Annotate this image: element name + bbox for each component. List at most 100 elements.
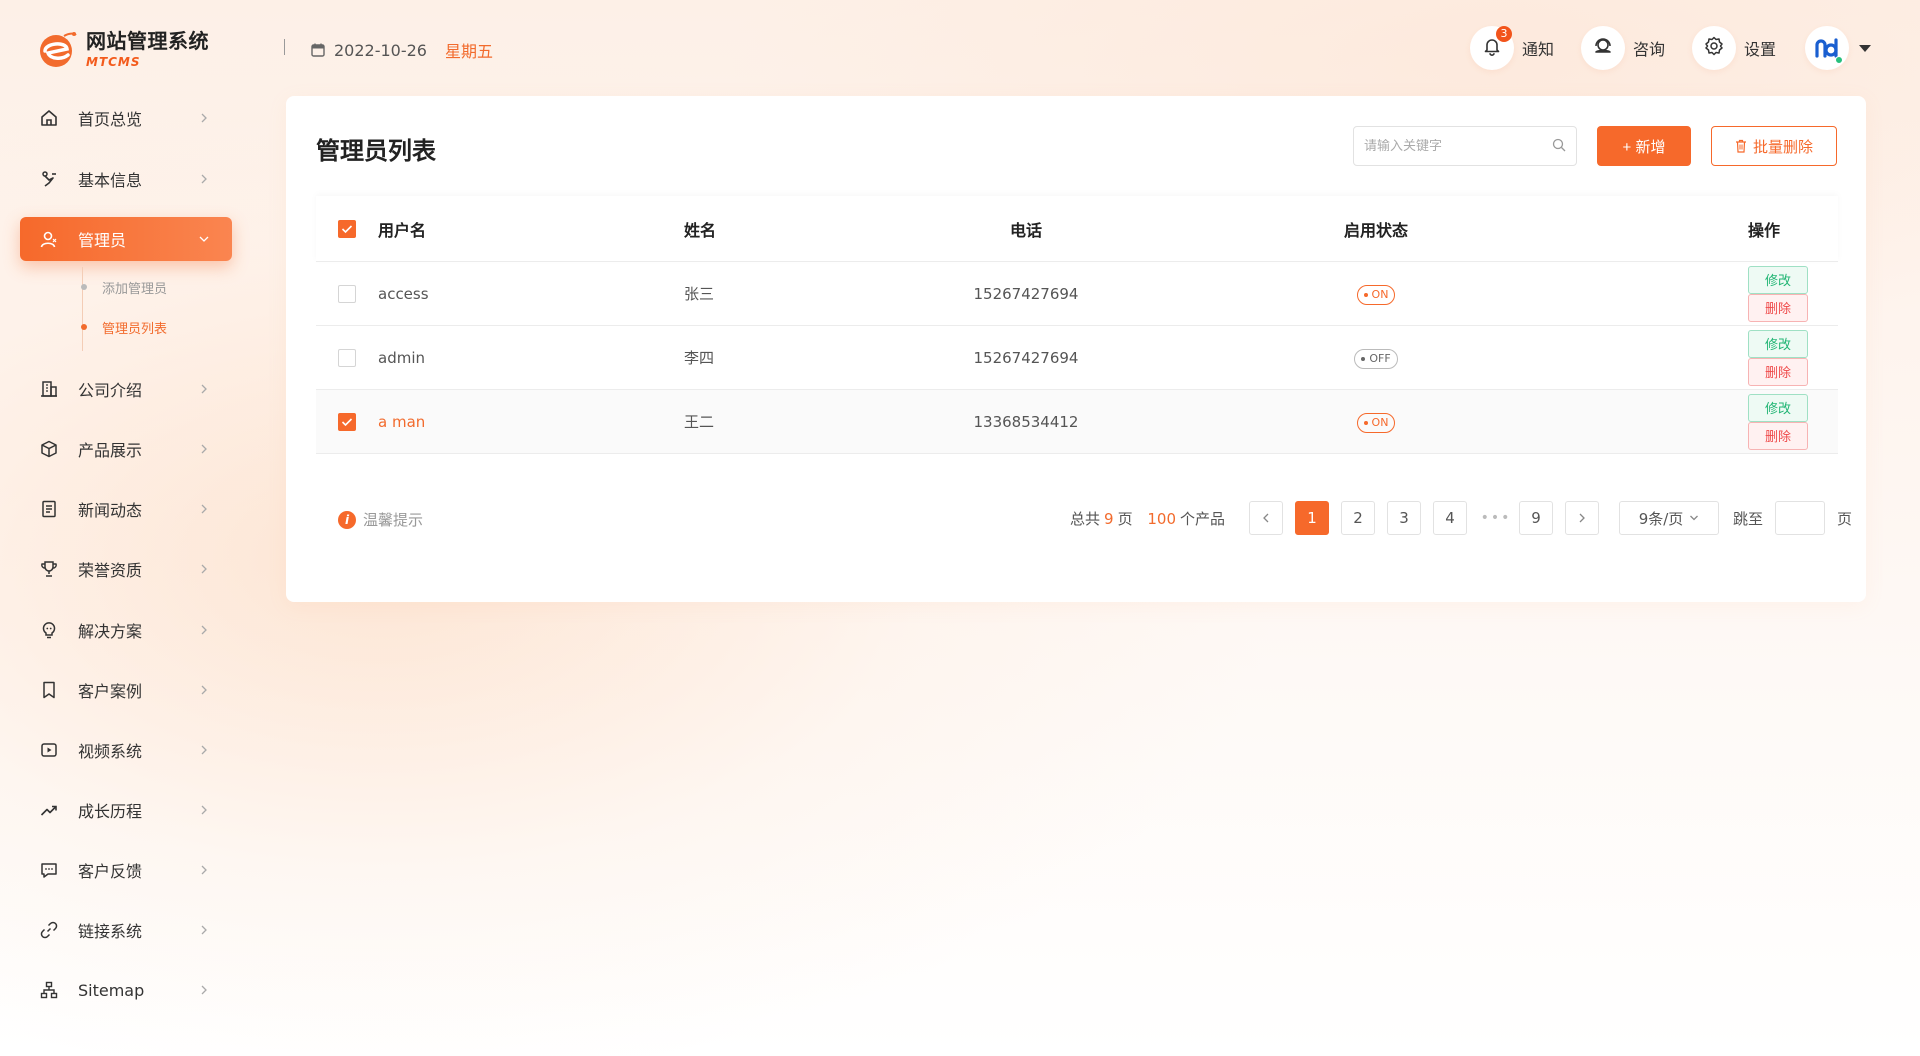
status-label: ON [1371,288,1389,301]
tips-label: 温馨提示 [363,511,424,529]
select-all-checkbox[interactable] [338,220,356,239]
app-logo[interactable]: 网站管理系统 MTCMS [36,26,226,72]
sidebar-item-home[interactable]: 首页总览 [20,96,232,140]
sidebar-item-label: 视频系统 [78,742,143,761]
page-title: 管理员列表 [316,137,436,165]
gear-icon [1703,35,1725,61]
sidebar-item-label: 链接系统 [78,922,143,941]
submenu-label: 管理员列表 [102,321,168,337]
consult-button[interactable]: 咨询 [1581,26,1665,70]
bullet-dot [81,284,87,290]
pagination: 总共 9 页 100 个产品 1 2 3 4 ••• 9 9条/页 跳至 页 [1070,501,1852,535]
tips-link[interactable]: i 温馨提示 [338,509,423,530]
delete-button[interactable]: 删除 [1748,357,1808,386]
settings-label: 设置 [1744,40,1777,59]
cell-username: admin [378,348,425,367]
page-button[interactable]: 4 [1433,501,1468,535]
search-icon[interactable] [1552,137,1566,156]
date-display: 2022-10-26 星期五 [310,38,493,62]
delete-button[interactable]: 删除 [1748,293,1808,322]
notification-button[interactable]: 3 通知 [1470,26,1554,70]
batch-delete-label: 批量删除 [1752,138,1813,156]
page-button[interactable]: 3 [1387,501,1422,535]
consult-icon-wrap [1581,26,1625,70]
submenu-admin-list[interactable]: 管理员列表 [81,307,232,347]
total-items: 100 [1147,509,1176,528]
sidebar-item-cases[interactable]: 客户案例 [20,668,232,712]
box-icon [38,438,60,460]
edit-button[interactable]: 修改 [1748,393,1808,422]
column-header-status: 启用状态 [1343,220,1408,240]
batch-delete-button[interactable]: 批量删除 [1711,126,1837,166]
settings-button[interactable]: 设置 [1692,26,1776,70]
search-input[interactable] [1364,138,1552,154]
add-admin-button[interactable]: + 新增 [1597,126,1691,166]
sidebar-item-solutions[interactable]: 解决方案 [20,608,232,652]
trophy-icon [38,558,60,580]
bulb-icon [38,619,60,641]
jump-page-input[interactable] [1775,501,1826,535]
submenu-add-admin[interactable]: 添加管理员 [81,267,232,307]
building-icon [38,378,60,400]
total-pages: 9 [1104,509,1114,528]
chevron-left-icon [1263,513,1269,523]
cell-name: 李四 [684,349,715,367]
sidebar-item-basic-info[interactable]: 基本信息 [20,157,232,201]
table-row: access 张三 15267427694 ON 修改删除 [316,262,1838,326]
sidebar-item-video[interactable]: 视频系统 [20,728,232,772]
info-icon: i [338,510,356,529]
edit-button[interactable]: 修改 [1748,265,1808,294]
page-size-select[interactable]: 9条/页 [1619,501,1720,535]
sidebar-item-history[interactable]: 成长历程 [20,788,232,832]
sidebar-item-news[interactable]: 新闻动态 [20,487,232,531]
sidebar-item-admin[interactable]: 管理员 [20,217,232,261]
bullet-dot [81,324,87,330]
link-icon [38,919,60,941]
user-icon [38,228,60,250]
caret-down-icon[interactable] [1859,44,1871,52]
row-checkbox[interactable] [338,412,356,431]
chevron-right-icon [201,444,207,454]
delete-button[interactable]: 删除 [1748,421,1808,450]
status-toggle[interactable]: ON [1356,412,1396,433]
submenu-label: 添加管理员 [102,281,168,297]
row-checkbox[interactable] [338,284,356,303]
page-button[interactable]: 1 [1295,501,1330,535]
submenu-guide-line [82,267,83,351]
search-box[interactable] [1353,126,1577,166]
chevron-right-icon [201,745,207,755]
sidebar-item-honors[interactable]: 荣誉资质 [20,547,232,591]
table-row: admin 李四 15267427694 OFF 修改删除 [316,326,1838,390]
page-button[interactable]: 2 [1341,501,1376,535]
prev-page-button[interactable] [1249,501,1284,535]
page-ellipsis[interactable]: ••• [1479,510,1513,526]
status-toggle[interactable]: OFF [1354,348,1398,369]
cell-username: access [378,284,429,303]
next-page-button[interactable] [1565,501,1600,535]
sidebar-item-sitemap[interactable]: Sitemap [20,968,232,1012]
pages-unit: 页 [1117,509,1133,528]
chevron-right-icon [201,504,207,514]
news-icon [38,498,60,520]
avatar[interactable] [1805,26,1849,70]
sidebar-item-label: 新闻动态 [78,501,143,520]
status-toggle[interactable]: ON [1356,284,1396,305]
cell-phone: 15267427694 [973,348,1079,367]
sidebar-item-label: Sitemap [78,980,145,1000]
sidebar-item-links[interactable]: 链接系统 [20,908,232,952]
cell-username: a man [378,412,426,431]
page-button[interactable]: 9 [1519,501,1554,535]
row-checkbox[interactable] [338,348,356,367]
settings-icon-wrap [1692,26,1736,70]
chevron-down-icon [1690,515,1699,521]
sidebar-item-feedback[interactable]: 客户反馈 [20,848,232,892]
sidebar-item-label: 成长历程 [78,802,143,821]
sidebar-item-label: 公司介绍 [78,381,143,400]
sidebar-item-company[interactable]: 公司介绍 [20,367,232,411]
video-icon [38,739,60,761]
sidebar-item-products[interactable]: 产品展示 [20,427,232,471]
admin-submenu: 添加管理员 管理员列表 [20,267,232,351]
edit-button[interactable]: 修改 [1748,329,1808,358]
user-menu[interactable] [1805,26,1871,70]
info-link-icon [38,168,60,190]
